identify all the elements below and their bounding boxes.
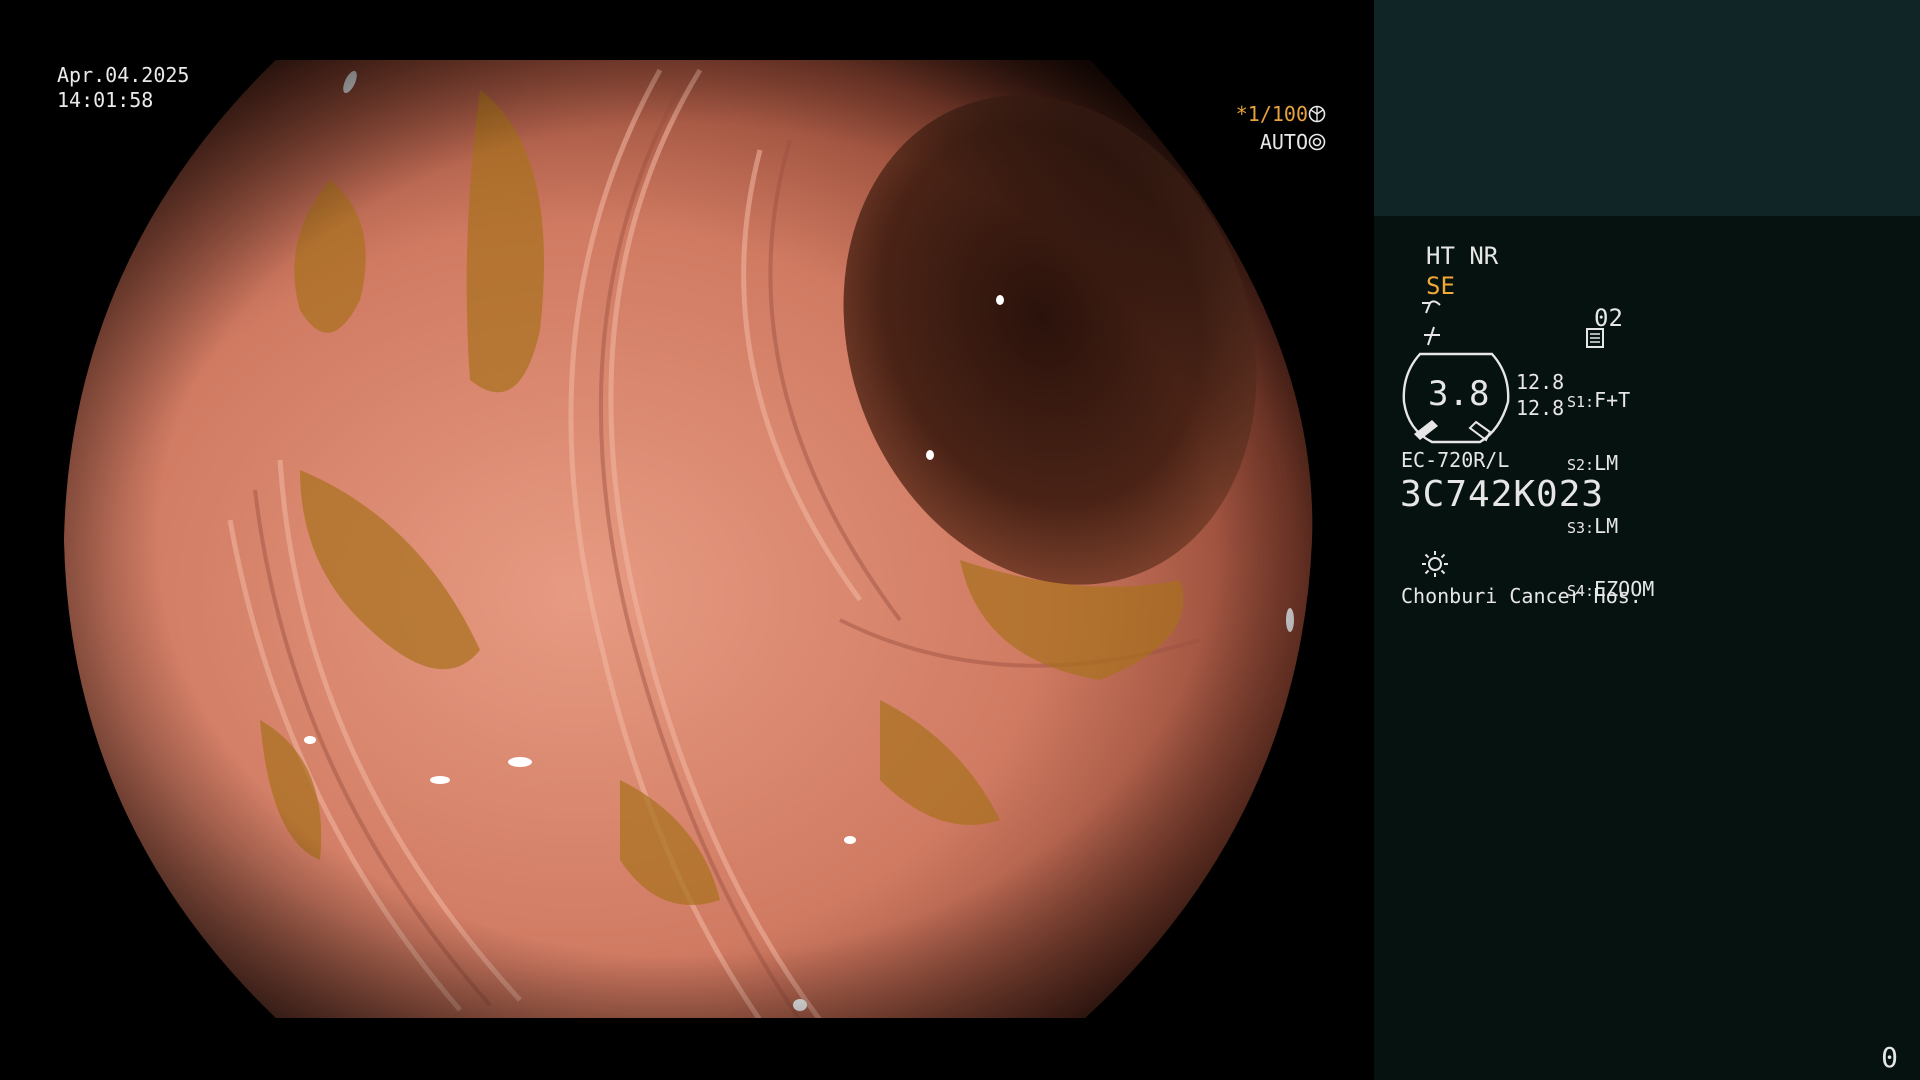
shutter-icon <box>1308 102 1326 126</box>
panel-header <box>1374 0 1920 216</box>
switch-row: S3:LM <box>1567 514 1619 538</box>
iris-mode: AUTO <box>1259 130 1308 154</box>
shutter-speed: *1/100 <box>1235 102 1308 126</box>
date: Apr.04.2025 <box>57 63 190 87</box>
switch-row: S2:LM <box>1567 451 1619 475</box>
shutter-iris-info: *1/100 AUTO <box>1236 100 1326 156</box>
time: 14:01:58 <box>57 88 154 112</box>
info-panel <box>1374 216 1920 1080</box>
memory-value: 02 <box>1594 304 1623 332</box>
se-label: SE <box>1426 272 1455 300</box>
value-1: 12.8 <box>1516 370 1565 394</box>
enhance-icon <box>1401 306 1444 351</box>
switch-row: S1:F+T <box>1567 388 1631 412</box>
value-2: 12.8 <box>1516 396 1565 420</box>
image-counter: 0 <box>1881 1041 1898 1074</box>
date-time: Apr.04.2025 14:01:58 <box>57 63 189 113</box>
ht-nr-label: HT NR <box>1426 242 1499 270</box>
hospital-name: Chonburi Cancer Hos. <box>1401 584 1642 608</box>
endoscope-view: Apr.04.2025 14:01:58 *1/100 AUTO <box>0 0 1374 1080</box>
scope-model: EC-720R/L <box>1401 448 1510 472</box>
light-icon <box>1401 530 1450 583</box>
scope-serial: 3C742K023 <box>1400 474 1605 515</box>
endoscopic-image <box>64 60 1313 1018</box>
zoom-value: 3.8 <box>1428 374 1490 414</box>
iris-icon <box>1308 130 1326 154</box>
